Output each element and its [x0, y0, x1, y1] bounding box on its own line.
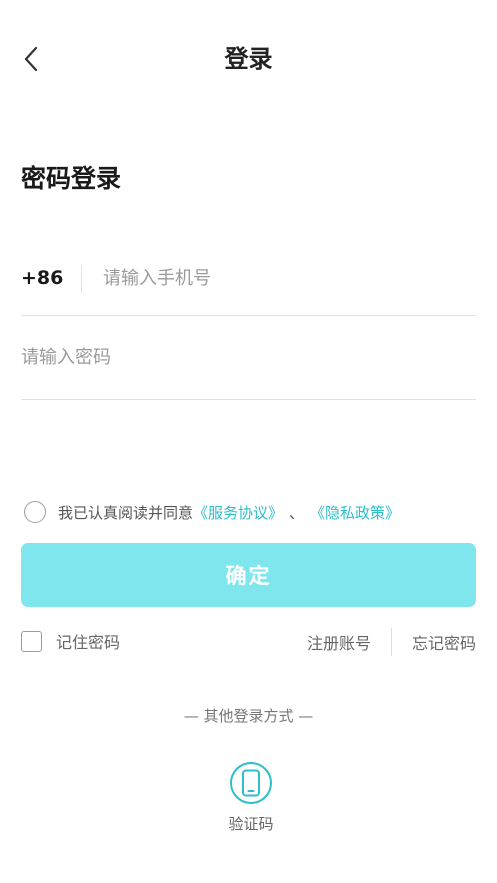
remember-label: 记住密码: [56, 633, 121, 652]
divider: [81, 264, 82, 293]
phone-row: +86: [21, 258, 476, 316]
sms-code-login-button[interactable]: 验证码: [211, 762, 291, 834]
password-input[interactable]: [21, 347, 476, 390]
sms-code-label: 验证码: [228, 815, 274, 833]
page-title: 登录: [224, 45, 273, 73]
phone-input[interactable]: [103, 268, 476, 305]
forgot-password-link[interactable]: 忘记密码: [412, 630, 476, 654]
agreement-text: 我已认真阅读并同意: [58, 503, 194, 522]
confirm-button[interactable]: 确定: [21, 543, 476, 607]
register-link[interactable]: 注册账号: [307, 630, 371, 654]
remember-password[interactable]: 记住密码: [21, 629, 120, 653]
password-row: [21, 338, 476, 400]
privacy-policy-link[interactable]: 《隐私政策》: [310, 502, 400, 523]
agreement-row: 我已认真阅读并同意 《服务协议》 、 《隐私政策》: [24, 499, 400, 525]
mobile-phone-icon: [230, 762, 272, 804]
agreement-radio[interactable]: [24, 501, 46, 523]
divider: [390, 628, 392, 656]
remember-checkbox[interactable]: [21, 630, 42, 652]
country-code[interactable]: +86: [21, 269, 81, 304]
other-login-title: — 其他登录方式 —: [183, 707, 314, 725]
agreement-separator: 、: [289, 503, 305, 522]
service-agreement-link[interactable]: 《服务协议》: [193, 502, 283, 523]
section-title: 密码登录: [21, 164, 122, 193]
login-screen: 登录 密码登录 +86 我已认真阅读并同意 《服务协议》 、 《隐私政策》 确定…: [0, 0, 497, 883]
account-links: 注册账号 忘记密码: [307, 627, 476, 657]
